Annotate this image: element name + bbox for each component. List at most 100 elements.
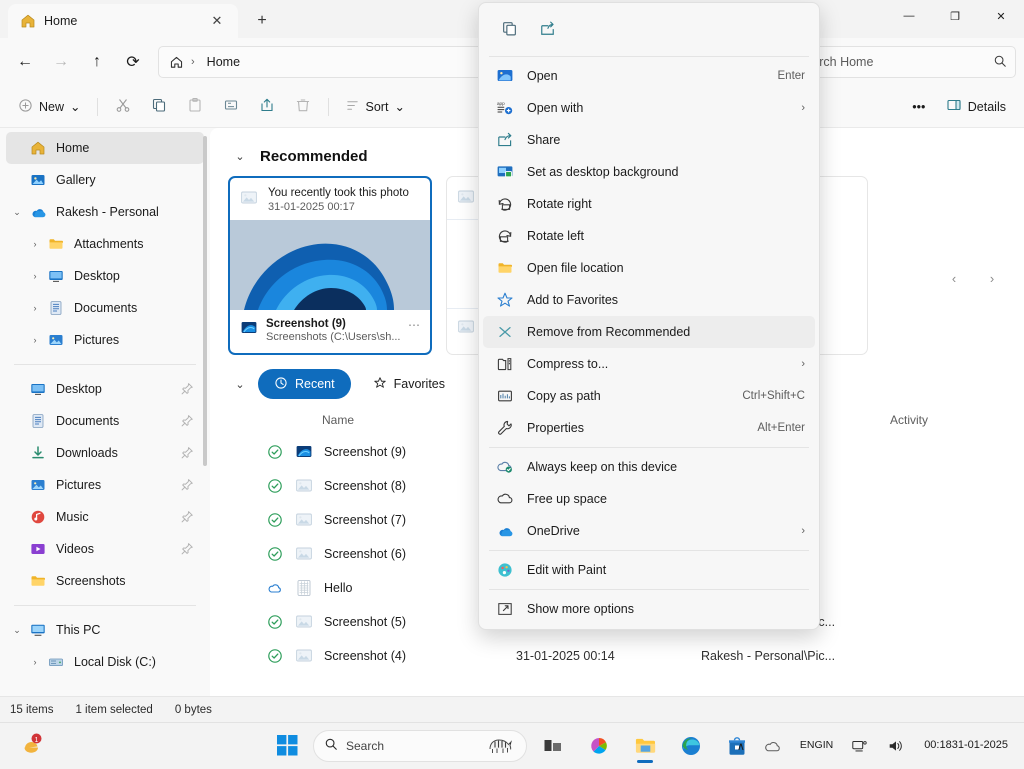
menu-item-rotate-right[interactable]: Rotate right — [483, 188, 815, 220]
share-icon[interactable] — [531, 13, 563, 43]
sidebar-item-desktop[interactable]: ›Desktop — [6, 260, 204, 292]
tab-recent[interactable]: Recent — [258, 369, 351, 399]
tab-favorites[interactable]: Favorites — [357, 369, 461, 399]
language-indicator[interactable]: ENG IN — [793, 728, 840, 764]
sidebar-item-videos[interactable]: Videos — [6, 533, 204, 565]
forward-button[interactable]: → — [44, 45, 78, 79]
sidebar-item-pictures[interactable]: ›Pictures — [6, 324, 204, 356]
recommended-thumbnail[interactable] — [230, 220, 430, 310]
back-button[interactable]: ← — [8, 45, 42, 79]
sidebar-item-downloads[interactable]: Downloads — [6, 437, 204, 469]
minimize-button[interactable]: — — [886, 0, 932, 32]
expand-chevron-icon[interactable]: › — [24, 239, 46, 249]
menu-item-open-with[interactable]: appOpen with› — [483, 92, 815, 124]
menu-item-properties[interactable]: PropertiesAlt+Enter — [483, 412, 815, 444]
close-tab-icon[interactable]: ✕ — [204, 8, 230, 34]
search-icon[interactable] — [993, 54, 1007, 71]
onedrive-tray-icon[interactable] — [756, 728, 789, 764]
refresh-button[interactable]: ⟳ — [116, 45, 150, 79]
tab-home[interactable]: Home ✕ — [8, 4, 238, 38]
menu-item-add-to-favorites[interactable]: Add to Favorites — [483, 284, 815, 316]
up-button[interactable]: ↑ — [80, 45, 114, 79]
recommended-next-button[interactable]: › — [980, 266, 1004, 290]
menu-item-open-file-location[interactable]: Open file location — [483, 252, 815, 284]
pin-icon[interactable] — [178, 382, 196, 396]
volume-icon[interactable] — [880, 728, 912, 764]
edge-icon[interactable] — [671, 727, 711, 765]
menu-item-label: Open — [527, 69, 764, 83]
file-explorer-icon[interactable] — [625, 727, 665, 765]
copy-button[interactable] — [142, 91, 176, 123]
taskview-icon[interactable] — [533, 727, 573, 765]
weather-widget-icon[interactable]: 1 — [18, 729, 48, 764]
sort-button[interactable]: Sort ⌄ — [337, 91, 413, 123]
delete-button[interactable] — [286, 91, 320, 123]
breadcrumb-home-icon[interactable] — [167, 53, 185, 71]
nav-scrollbar[interactable] — [203, 136, 207, 466]
sidebar-item-home[interactable]: Home — [6, 132, 204, 164]
sidebar-item-gallery[interactable]: Gallery — [6, 164, 204, 196]
clock-date[interactable]: 00:18 31-01-2025 — [916, 728, 1016, 764]
rename-button[interactable] — [214, 91, 248, 123]
show-hidden-icons-button[interactable]: ∧ — [730, 728, 752, 764]
sidebar-item-attachments[interactable]: ›Attachments — [6, 228, 204, 260]
taskbar-widgets[interactable]: 1 — [18, 723, 48, 769]
sidebar-item-local-disk-c[interactable]: ›Local Disk (C:) — [6, 646, 204, 678]
search-input[interactable]: Search Home — [788, 46, 1016, 78]
column-header-activity[interactable]: Activity — [890, 413, 1010, 427]
sidebar-item-music[interactable]: Music — [6, 501, 204, 533]
pin-icon[interactable] — [178, 478, 196, 492]
taskbar-search-input[interactable]: Search — [313, 730, 527, 762]
close-window-button[interactable]: ✕ — [978, 0, 1024, 32]
menu-item-onedrive[interactable]: OneDrive› — [483, 515, 815, 547]
more-commands-button[interactable]: ••• — [902, 91, 936, 123]
pin-icon[interactable] — [178, 446, 196, 460]
sidebar-item-documents[interactable]: Documents — [6, 405, 204, 437]
table-row[interactable]: Screenshot (4)31-01-2025 00:14Rakesh - P… — [266, 639, 1010, 673]
menu-item-free-up-space[interactable]: Free up space — [483, 483, 815, 515]
pin-icon[interactable] — [178, 414, 196, 428]
recommended-card-menu-icon[interactable]: ⋯ — [408, 318, 420, 332]
maximize-button[interactable]: ❐ — [932, 0, 978, 32]
expand-chevron-icon[interactable]: › — [24, 303, 46, 313]
copilot-icon[interactable] — [579, 727, 619, 765]
menu-item-show-more-options[interactable]: Show more options — [483, 593, 815, 625]
network-icon[interactable] — [844, 728, 876, 764]
details-pane-button[interactable]: Details — [938, 91, 1014, 123]
share-button[interactable] — [250, 91, 284, 123]
pin-icon[interactable] — [178, 542, 196, 556]
sidebar-item-rakesh-personal[interactable]: ⌄Rakesh - Personal — [6, 196, 204, 228]
start-icon[interactable] — [267, 727, 307, 765]
recommended-prev-button[interactable]: ‹ — [942, 266, 966, 290]
file-name-cell[interactable]: Screenshot (4) — [266, 647, 516, 665]
expand-chevron-icon[interactable]: › — [24, 271, 46, 281]
expand-chevron-icon[interactable]: › — [24, 335, 46, 345]
recommended-card[interactable]: You recently took this photo31-01-2025 0… — [228, 176, 432, 355]
new-tab-button[interactable]: + — [248, 7, 276, 35]
sidebar-item-documents[interactable]: ›Documents — [6, 292, 204, 324]
menu-item-always-keep-on-this-device[interactable]: Always keep on this device — [483, 451, 815, 483]
menu-item-remove-from-recommended[interactable]: Remove from Recommended — [483, 316, 815, 348]
menu-item-rotate-left[interactable]: Rotate left — [483, 220, 815, 252]
expand-chevron-icon[interactable]: › — [24, 657, 46, 667]
sidebar-item-pictures[interactable]: Pictures — [6, 469, 204, 501]
collapse-recommended-icon[interactable]: ⌄ — [228, 144, 252, 168]
menu-item-set-as-desktop-background[interactable]: Set as desktop background — [483, 156, 815, 188]
expand-chevron-icon[interactable]: ⌄ — [6, 207, 28, 218]
collapse-recent-icon[interactable]: ⌄ — [228, 372, 252, 396]
sidebar-item-desktop[interactable]: Desktop — [6, 373, 204, 405]
menu-item-compress-to[interactable]: Compress to...› — [483, 348, 815, 380]
menu-item-copy-as-path[interactable]: Copy as pathCtrl+Shift+C — [483, 380, 815, 412]
sidebar-item-screenshots[interactable]: Screenshots — [6, 565, 204, 597]
cut-button[interactable] — [106, 91, 140, 123]
expand-chevron-icon[interactable]: ⌄ — [6, 625, 28, 636]
sidebar-item-this-pc[interactable]: ⌄This PC — [6, 614, 204, 646]
menu-item-open[interactable]: OpenEnter — [483, 60, 815, 92]
menu-item-share[interactable]: Share — [483, 124, 815, 156]
menu-item-edit-with-paint[interactable]: Edit with Paint — [483, 554, 815, 586]
breadcrumb-current[interactable]: Home — [201, 53, 246, 71]
paste-button[interactable] — [178, 91, 212, 123]
copy-icon[interactable] — [493, 13, 525, 43]
new-button[interactable]: New ⌄ — [10, 91, 89, 123]
pin-icon[interactable] — [178, 510, 196, 524]
